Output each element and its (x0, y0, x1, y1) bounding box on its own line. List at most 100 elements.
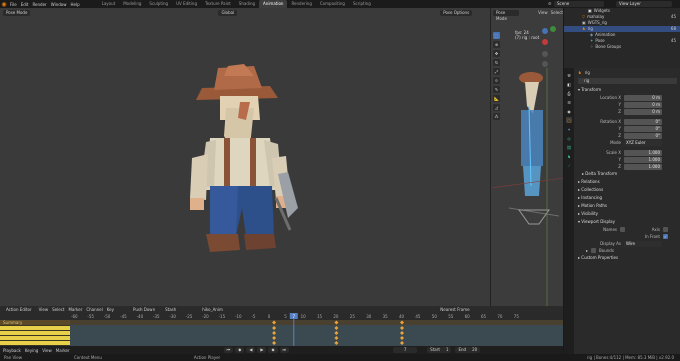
section-instancing[interactable]: ▸ Instancing (574, 194, 680, 202)
marker-menu[interactable]: Marker (56, 348, 70, 353)
tab-scripting[interactable]: Scripting (349, 0, 375, 8)
tab-rendering[interactable]: Rendering (287, 0, 315, 8)
scene-field[interactable]: Scene (554, 1, 604, 7)
pose-options[interactable]: Pose Options (440, 9, 473, 16)
rotation-z-field[interactable]: 0° (624, 132, 662, 139)
view-layer-field[interactable]: View Layer (616, 1, 672, 7)
start-frame-field[interactable]: Start 1 (427, 347, 452, 353)
location-x-field[interactable]: 0 m (624, 94, 662, 101)
menu-window[interactable]: Window (49, 2, 69, 7)
play-reverse-icon[interactable]: ◀ (246, 347, 256, 353)
axis-checkbox[interactable] (663, 227, 668, 232)
ae-menu-key[interactable]: Key (107, 307, 114, 312)
snap-mode-dropdown[interactable]: Nearest Frame (437, 306, 473, 313)
push-down-button[interactable]: Push Down (130, 306, 159, 313)
end-frame-field[interactable]: End 20 (455, 347, 481, 353)
constraint-tab-icon[interactable]: ⛓ (566, 144, 572, 150)
rotation-z-label: Z (618, 133, 621, 138)
section-transform[interactable]: ▾ Transform (574, 86, 680, 94)
stash-button[interactable]: Stash (162, 306, 180, 313)
location-z-row: Z0 m (574, 108, 680, 115)
physics-tab-icon[interactable]: ◎ (566, 135, 572, 141)
playback-bar: Playback Keying View Marker ⏮ ◆ ◀ ▶ ◆ ⏭ … (0, 346, 563, 354)
keyframe (272, 331, 277, 335)
current-frame-field[interactable]: 7 (393, 347, 418, 353)
outliner: ▣ Widgets ▽ mahalay 45 ▣ WGTS_rig ♞ rig … (563, 8, 680, 68)
action-selector[interactable]: hiko_Anim (199, 306, 240, 313)
ae-menu-select[interactable]: Select (52, 307, 64, 312)
menu-edit[interactable]: Edit (19, 2, 31, 7)
outliner-row-bone-groups[interactable]: ⁘ Bone Groups (564, 44, 680, 50)
display-as-dropdown[interactable]: Wire (624, 240, 662, 247)
main-3d-viewport[interactable]: Pose Mode Global Pose Options (0, 8, 490, 306)
jump-start-icon[interactable]: ⏮ (223, 347, 234, 353)
location-z-field[interactable]: 0 m (624, 108, 662, 115)
mode-dropdown[interactable]: Pose Mode (3, 9, 31, 16)
tab-modeling[interactable]: Modeling (119, 0, 145, 8)
tab-sculpting[interactable]: Sculpting (145, 0, 172, 8)
modifier-tab-icon[interactable]: ✦ (566, 126, 572, 132)
prev-key-icon[interactable]: ◆ (235, 347, 245, 353)
section-custom-properties[interactable]: ▸ Custom Properties (574, 254, 680, 262)
scale-z-field[interactable]: 1.000 (624, 163, 662, 170)
tab-compositing[interactable]: Compositing (316, 0, 349, 8)
bounds-checkbox[interactable] (591, 248, 597, 253)
scale-x-field[interactable]: 1.000 (624, 149, 662, 156)
section-delta-transform[interactable]: ▸ Delta Transform (574, 170, 680, 178)
names-checkbox[interactable] (620, 227, 625, 232)
keyframe (272, 320, 277, 325)
rotation-mode-dropdown[interactable]: XYZ Euler (624, 139, 662, 146)
render-tab-icon[interactable]: ◧ (566, 81, 572, 87)
section-viewport-display[interactable]: ▾ Viewport Display (574, 218, 680, 226)
names-row: Names Axis (574, 226, 680, 233)
menu-render[interactable]: Render (30, 2, 48, 7)
section-motion-paths[interactable]: ▸ Motion Paths (574, 202, 680, 210)
blender-logo-icon[interactable]: ◉ (0, 0, 8, 8)
view-menu[interactable]: View (42, 348, 52, 353)
bone-tab-icon[interactable]: ⟋ (566, 162, 572, 168)
object-tab-icon[interactable]: ▢ (566, 117, 572, 123)
transform-orientation[interactable]: Global (218, 9, 238, 16)
playback-menu[interactable]: Playback (3, 348, 21, 353)
play-icon[interactable]: ▶ (257, 347, 267, 353)
section-visibility[interactable]: ▸ Visibility (574, 210, 680, 218)
menu-file[interactable]: File (8, 2, 19, 7)
tab-layout[interactable]: Layout (98, 0, 120, 8)
in-front-checkbox[interactable]: ✓ (663, 234, 668, 239)
view-layer-tab-icon[interactable]: ☰ (566, 99, 572, 105)
output-tab-icon[interactable]: ⎙ (566, 90, 572, 96)
action-editor[interactable]: Action Editor View Select Marker Channel… (0, 306, 563, 346)
outliner-count: 68 (670, 26, 676, 31)
section-relations[interactable]: ▸ Relations (574, 178, 680, 186)
ae-menu-view[interactable]: View (39, 307, 49, 312)
location-y-field[interactable]: 0 m (624, 101, 662, 108)
character-model[interactable] (180, 58, 320, 258)
tab-animation[interactable]: Animation (259, 0, 288, 8)
ae-menu-marker[interactable]: Marker (68, 307, 82, 312)
axis-lines (491, 68, 564, 306)
next-key-icon[interactable]: ◆ (268, 347, 278, 353)
rotation-x-field[interactable]: 0° (624, 118, 662, 125)
tab-shading[interactable]: Shading (235, 0, 259, 8)
tool-tab-icon[interactable]: ⚒ (566, 72, 572, 78)
bone-group-icon: ⁘ (590, 44, 594, 49)
ae-menu-channel[interactable]: Channel (86, 307, 102, 312)
chevron-right-icon[interactable]: ▸ (586, 248, 588, 253)
section-motion-paths-label: Motion Paths (581, 203, 607, 208)
tab-texture-paint[interactable]: Texture Paint (201, 0, 235, 8)
data-tab-icon[interactable]: ♞ (566, 153, 572, 159)
rotation-mode-row: Mode XYZ Euler (574, 139, 680, 146)
camera-viewport[interactable]: Pose Mode View Select fps: 24 (7) rig : … (490, 8, 564, 306)
keyframe-overlay: 7 (272, 313, 404, 346)
menu-help[interactable]: Help (68, 2, 81, 7)
scene-tab-icon[interactable]: ◉ (566, 108, 572, 114)
rotation-y-field[interactable]: 0° (624, 125, 662, 132)
section-collections[interactable]: ▸ Collections (574, 186, 680, 194)
object-name-field[interactable]: rig (578, 78, 677, 84)
scale-y-field[interactable]: 1.000 (624, 156, 662, 163)
keying-menu[interactable]: Keying (25, 348, 38, 353)
editor-mode-dropdown[interactable]: Action Editor (3, 306, 35, 313)
tab-uv-editing[interactable]: UV Editing (172, 0, 201, 8)
rotation-x-label: Rotation X (600, 119, 621, 124)
jump-end-icon[interactable]: ⏭ (279, 347, 290, 353)
